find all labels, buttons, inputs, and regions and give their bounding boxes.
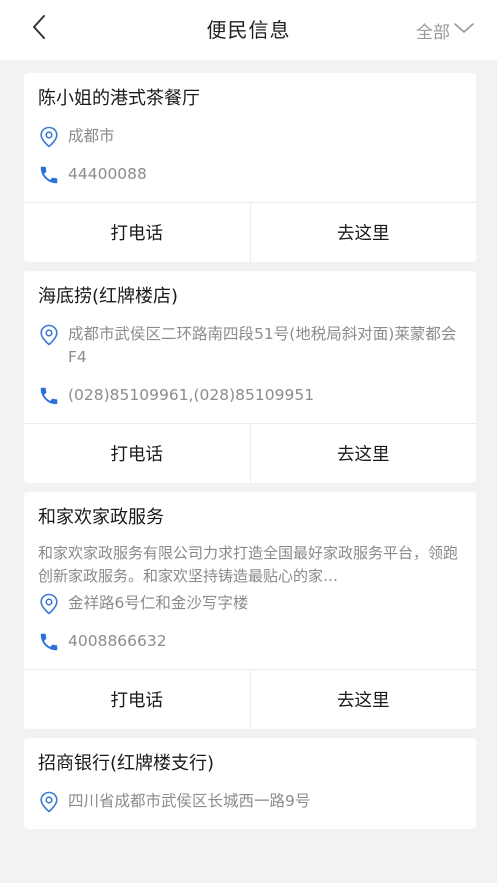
service-description: 和家欢家政服务有限公司力求打造全国最好家政服务平台，领跑创新家政服务。和家欢坚持… (38, 544, 459, 585)
phone-text: 44400088 (68, 165, 147, 183)
call-button[interactable]: 打电话 (24, 424, 250, 483)
service-card: 和家欢家政服务 和家欢家政服务有限公司力求打造全国最好家政服务平台，领跑创新家政… (24, 492, 476, 729)
filter-label: 全部 (416, 22, 450, 43)
service-name: 招商银行(红牌楼支行) (38, 753, 215, 774)
chevron-down-icon (450, 20, 475, 40)
service-card: 陈小姐的港式茶餐厅 成都市 44400088 打电话 去这里 (24, 73, 476, 262)
top-bar: 便民信息 全部 (0, 0, 497, 60)
phone-icon (38, 384, 60, 407)
address-row: 成都市 (38, 125, 462, 148)
service-card: 海底捞(红牌楼店) 成都市武侯区二环路南四段51号(地税局斜对面)莱蒙都会F4 … (24, 271, 476, 483)
navigate-button[interactable]: 去这里 (249, 424, 477, 483)
navigate-button[interactable]: 去这里 (249, 203, 477, 262)
card-actions: 打电话 去这里 (24, 423, 476, 483)
service-list: 陈小姐的港式茶餐厅 成都市 44400088 打电话 去这里 海底捞(红牌楼店) (24, 73, 476, 838)
call-button[interactable]: 打电话 (24, 203, 250, 262)
phone-row: 44400088 (38, 163, 462, 186)
call-button[interactable]: 打电话 (24, 670, 250, 729)
service-name: 和家欢家政服务 (38, 507, 164, 528)
category-filter-dropdown[interactable]: 全部 (416, 0, 475, 60)
address-row: 金祥路6号仁和金沙写字楼 (38, 592, 462, 615)
location-pin-icon (38, 323, 60, 346)
location-pin-icon (38, 592, 60, 615)
phone-text: 4008866632 (68, 632, 167, 650)
card-actions: 打电话 去这里 (24, 669, 476, 729)
address-row: 成都市武侯区二环路南四段51号(地税局斜对面)莱蒙都会F4 (38, 323, 462, 369)
service-name: 海底捞(红牌楼店) (38, 286, 179, 307)
location-pin-icon (38, 790, 60, 813)
location-pin-icon (38, 125, 60, 148)
address-text: 成都市武侯区二环路南四段51号(地税局斜对面)莱蒙都会F4 (68, 325, 457, 366)
phone-row: (028)85109961,(028)85109951 (38, 384, 462, 407)
navigate-button[interactable]: 去这里 (249, 670, 477, 729)
phone-text: (028)85109961,(028)85109951 (68, 386, 315, 404)
card-actions: 打电话 去这里 (24, 202, 476, 262)
phone-icon (38, 630, 60, 653)
service-name: 陈小姐的港式茶餐厅 (38, 88, 200, 109)
address-row: 四川省成都市武侯区长城西一路9号 (38, 790, 462, 813)
address-text: 成都市 (68, 127, 115, 145)
service-card: 招商银行(红牌楼支行) 四川省成都市武侯区长城西一路9号 (24, 738, 476, 829)
phone-icon (38, 163, 60, 186)
address-text: 四川省成都市武侯区长城西一路9号 (68, 792, 311, 810)
address-text: 金祥路6号仁和金沙写字楼 (68, 594, 249, 612)
phone-row: 4008866632 (38, 630, 462, 653)
